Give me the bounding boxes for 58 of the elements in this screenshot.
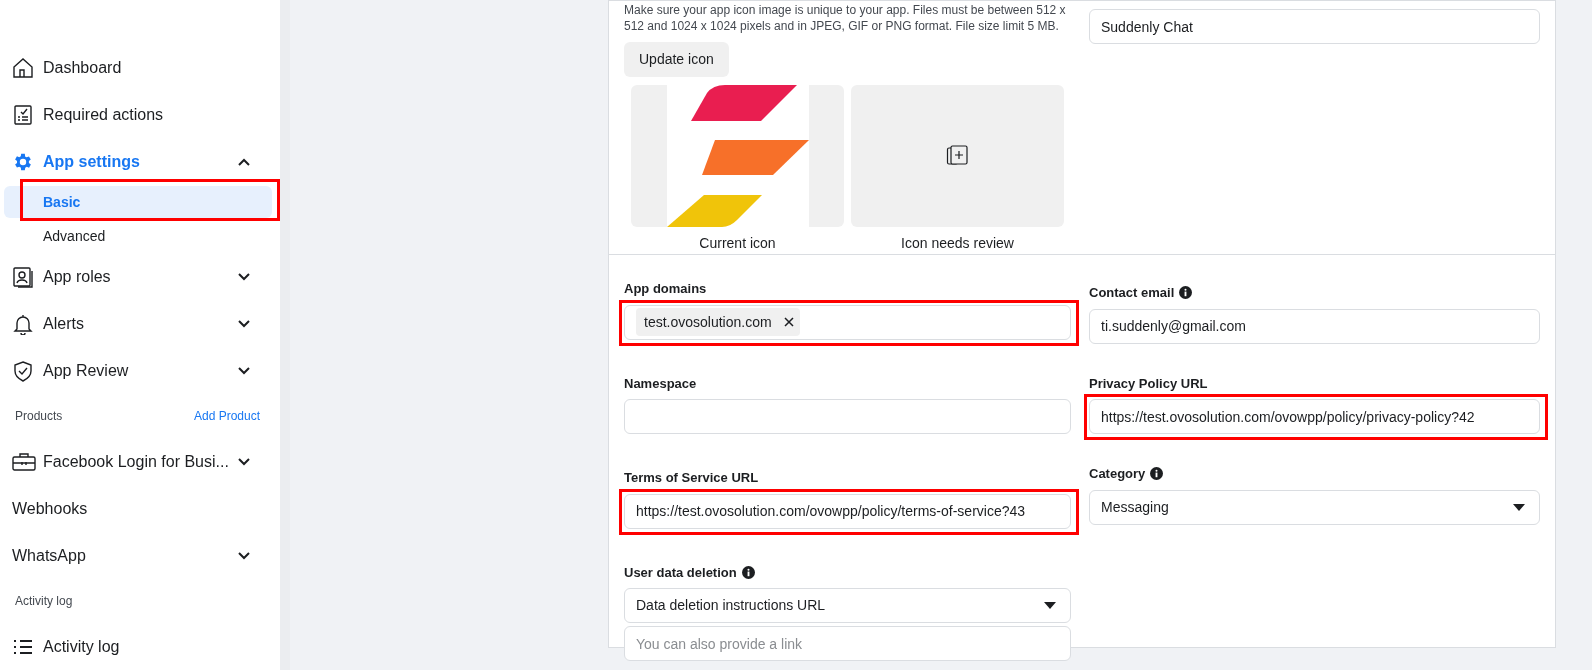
section-heading: Products: [15, 408, 63, 425]
display-name-field[interactable]: Suddenly Chat: [1089, 9, 1540, 44]
info-icon: [1150, 467, 1164, 481]
chevron-down-icon[interactable]: [238, 457, 250, 466]
icon-description: Make sure your app icon image is unique to your app. Files must be between 512 x 512 and 1024 x 1024 pixels and in JPEG, GIF or PNG format. File size limit 5 MB.: [624, 2, 1067, 34]
text-field[interactable]: https://test.ovosolution.com/ovowpp/policy/privacy-policy?42: [1089, 399, 1540, 434]
sidebar-item[interactable]: App roles: [43, 264, 238, 289]
field-label: Namespace: [624, 374, 697, 393]
link-field[interactable]: You can also provide a link: [624, 626, 1071, 661]
dropdown-caret-icon[interactable]: [1044, 602, 1056, 609]
chevron-down-icon[interactable]: [238, 272, 250, 281]
icon-tile[interactable]: [631, 85, 844, 227]
select-field[interactable]: Data deletion instructions URL: [624, 588, 1071, 623]
text-field[interactable]: ti.suddenly@gmail.com: [1089, 308, 1540, 344]
checklist-icon: [12, 103, 34, 126]
text-field[interactable]: [624, 399, 1071, 434]
sidebar-item[interactable]: Activity log: [43, 634, 268, 659]
field-label: App domains: [624, 280, 707, 298]
field-label: Privacy Policy URL: [1089, 374, 1208, 393]
chevron-down-icon[interactable]: [238, 319, 250, 328]
sidebar-item[interactable]: App Review: [43, 358, 238, 383]
icon-caption: Icon needs review: [901, 234, 1014, 253]
sidebar-item[interactable]: Alerts: [43, 311, 238, 336]
briefcase-icon: [12, 451, 36, 472]
info-icon: [741, 565, 755, 579]
sidebar-subitem[interactable]: Basic: [4, 186, 272, 218]
home-icon: [12, 56, 34, 79]
tag-label: test.ovosolution.com: [644, 312, 772, 332]
chevron-up-icon[interactable]: [238, 157, 250, 166]
sidebar-item[interactable]: Required actions: [43, 102, 268, 127]
dropdown-caret-icon[interactable]: [1513, 503, 1525, 511]
list-icon: [12, 637, 34, 656]
sidebar-item[interactable]: App settings: [43, 149, 238, 174]
sidebar-item[interactable]: Dashboard: [43, 55, 268, 80]
icon-tile[interactable]: [851, 85, 1064, 227]
sidebar-item[interactable]: Facebook Login for Busi...: [43, 449, 238, 474]
text-field[interactable]: https://test.ovosolution.com/ovowpp/policy/terms-of-service?43: [624, 493, 1071, 529]
field-label: Category: [1089, 465, 1146, 483]
id-card-icon: [12, 265, 34, 288]
add-image-icon: [945, 145, 970, 167]
bell-icon: [12, 312, 34, 335]
field-label: Contact email: [1089, 284, 1175, 302]
add-product-link[interactable]: Add Product: [193, 407, 260, 425]
field-label: Terms of Service URL: [624, 469, 759, 487]
remove-icon[interactable]: [783, 317, 794, 327]
chevron-down-icon[interactable]: [238, 366, 250, 375]
update-icon-button[interactable]: Update icon: [624, 42, 729, 77]
chevron-down-icon[interactable]: [238, 551, 250, 560]
info-icon: [1179, 286, 1193, 300]
shield-check-icon: [12, 359, 34, 382]
section-heading: Activity log: [15, 593, 73, 610]
field-label: User data deletion: [624, 563, 737, 582]
sidebar-item[interactable]: WhatsApp: [12, 543, 238, 568]
sidebar-item[interactable]: Webhooks: [12, 496, 268, 521]
icon-caption: Current icon: [699, 234, 776, 253]
select-field[interactable]: Messaging: [1089, 489, 1540, 525]
sidebar-subitem[interactable]: Advanced: [4, 220, 272, 252]
domains-field[interactable]: test.ovosolution.com: [624, 304, 1071, 340]
